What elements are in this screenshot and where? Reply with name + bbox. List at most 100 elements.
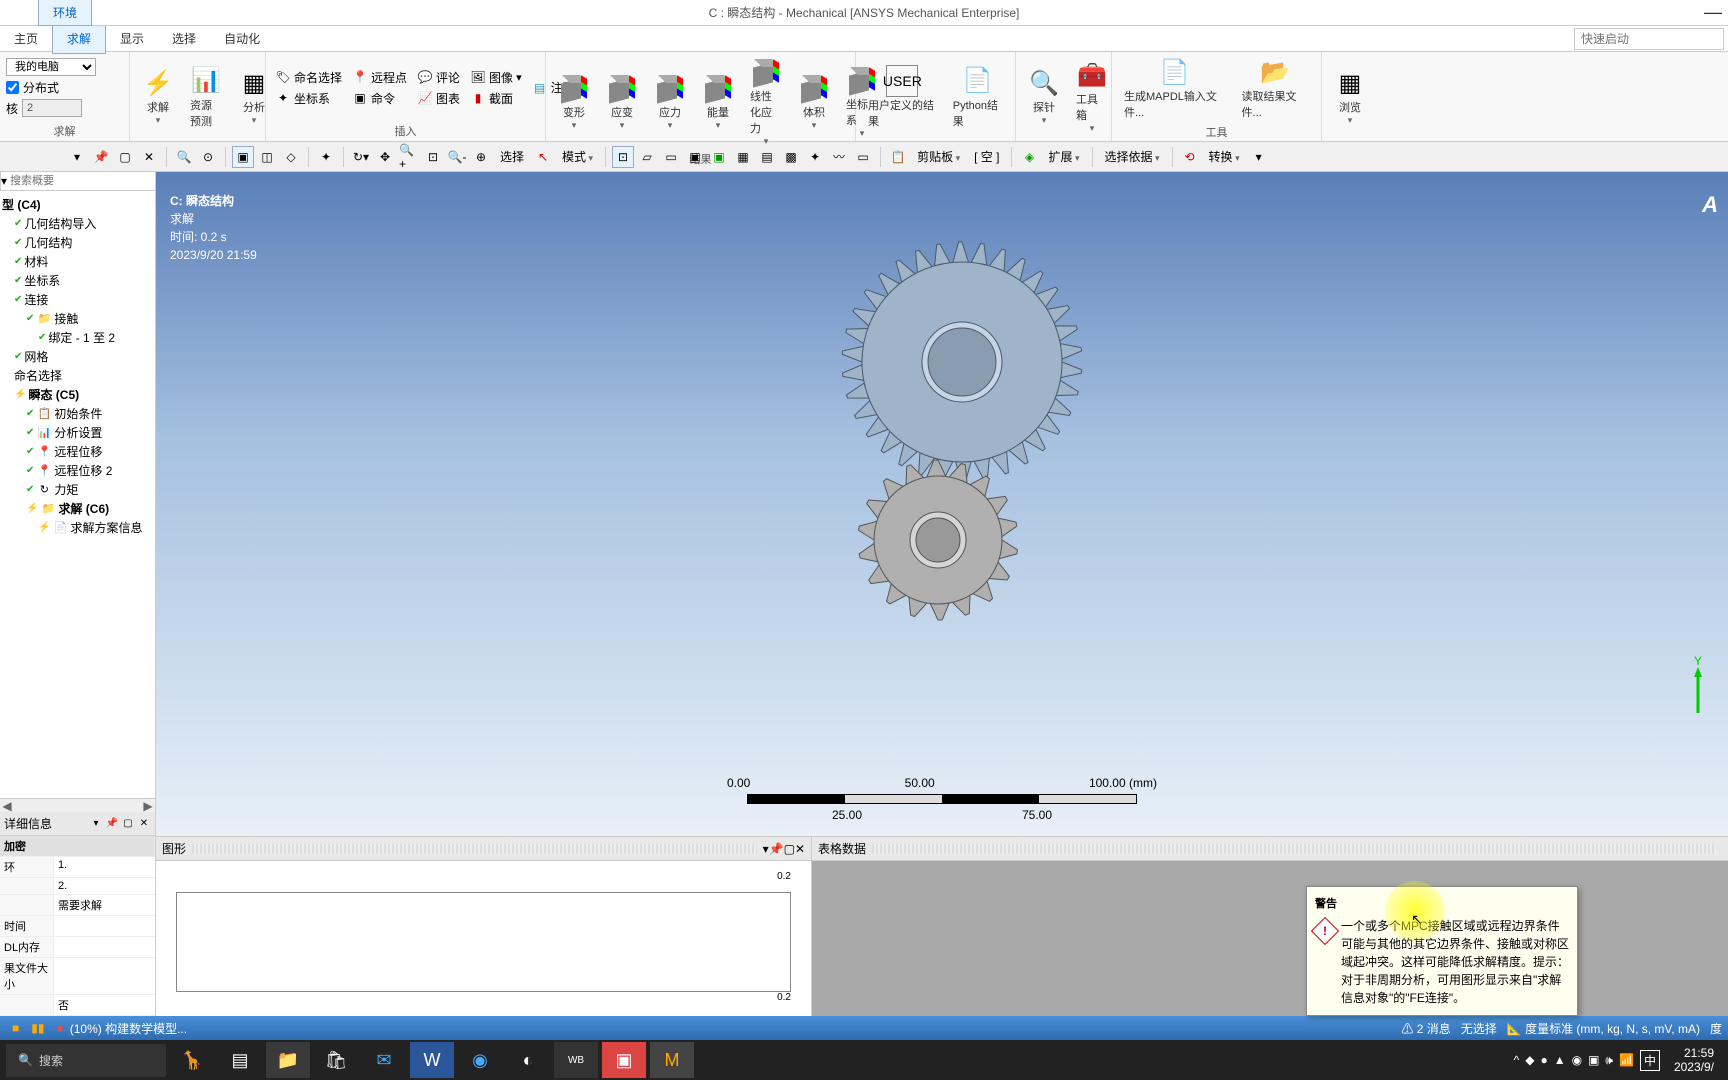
orientation-triad[interactable]: Y [1678, 653, 1718, 726]
stop-button[interactable]: ■ [6, 1021, 25, 1035]
explode-icon[interactable]: ✦ [315, 146, 337, 168]
zoom-fit-icon[interactable]: ⊙ [197, 146, 219, 168]
details-grid[interactable]: 加密 环1.2.需要求解时间DL内存果文件大小否 [0, 836, 155, 1016]
tray-icon-2[interactable]: ● [1540, 1053, 1547, 1067]
edge-icon[interactable]: ▱ [636, 146, 658, 168]
details-row[interactable]: DL内存 [0, 937, 155, 958]
panel-max-icon[interactable]: ▢ [114, 146, 136, 168]
panel-pin-icon[interactable]: 📌 [90, 146, 112, 168]
browse-button[interactable]: ▦浏览▾ [1328, 65, 1372, 128]
tree-node[interactable]: ↻力矩 [2, 480, 153, 499]
mesh-icon[interactable]: ▩ [780, 146, 802, 168]
face-select-icon[interactable]: ◫ [256, 146, 278, 168]
path-icon[interactable]: 〰 [828, 146, 850, 168]
clipboard-icon[interactable]: 📋 [887, 146, 909, 168]
taskbar-wb[interactable]: WB [554, 1042, 598, 1078]
select-by-dropdown[interactable]: 选择依据 [1099, 148, 1166, 165]
minimize-button[interactable]: — [1704, 2, 1722, 23]
taskbar-word[interactable]: W [410, 1042, 454, 1078]
tree-node[interactable]: 坐标系 [2, 271, 153, 290]
solve-button[interactable]: ⚡求解▾ [136, 65, 180, 128]
tray-ime[interactable]: 中 [1640, 1050, 1660, 1071]
outline-search-input[interactable] [7, 172, 155, 190]
cs-icon[interactable]: ✦ [804, 146, 826, 168]
command-button[interactable]: ▣命令 [349, 89, 410, 108]
surf-icon[interactable]: ▭ [852, 146, 874, 168]
extend-dropdown[interactable]: 扩展 [1042, 148, 1085, 165]
chart-button[interactable]: 📈图表 [414, 89, 463, 108]
zoom-in-icon[interactable]: 🔍+ [398, 146, 420, 168]
element-icon[interactable]: ▦ [732, 146, 754, 168]
details-close-icon[interactable]: ✕ [137, 817, 151, 831]
tray-icon-4[interactable]: ◉ [1572, 1053, 1582, 1067]
tree-node[interactable]: 型 (C4) [2, 195, 153, 214]
taskbar-edge[interactable]: ◉ [458, 1042, 502, 1078]
filter-dropdown[interactable]: ▾ [0, 172, 7, 190]
tree-node[interactable]: 📁求解 (C6) [2, 499, 153, 518]
tray-wifi-icon[interactable]: 📶 [1619, 1053, 1634, 1067]
elem-face-icon[interactable]: ▤ [756, 146, 778, 168]
details-row[interactable]: 需要求解 [0, 895, 155, 916]
result-5-button[interactable]: 体积▾ [792, 70, 836, 133]
menu-select[interactable]: 选择 [158, 24, 210, 53]
panel-dropdown-icon[interactable]: ▾ [66, 146, 88, 168]
menu-solve[interactable]: 求解 [52, 23, 106, 54]
result-3-button[interactable]: 能量▾ [696, 70, 740, 133]
panel-close-icon[interactable]: ✕ [138, 146, 160, 168]
result-4-button[interactable]: 线性化应力▾ [744, 54, 788, 149]
taskbar-app2[interactable]: ▣ [602, 1042, 646, 1078]
tree-node[interactable]: 📁接触 [2, 309, 153, 328]
coord-sys-button[interactable]: ✦坐标系 [272, 89, 345, 108]
python-result-button[interactable]: 📄Python结果 [947, 63, 1009, 131]
tree-node[interactable]: 材料 [2, 252, 153, 271]
details-pin-icon[interactable]: 📌 [105, 817, 119, 831]
tree-node[interactable]: 连接 [2, 290, 153, 309]
tray-up-icon[interactable]: ^ [1514, 1053, 1520, 1067]
details-row[interactable]: 环1. [0, 857, 155, 878]
node-icon[interactable]: ▣ [708, 146, 730, 168]
zoom-box-icon[interactable]: ⊡ [422, 146, 444, 168]
mode-dropdown[interactable]: 模式 [556, 148, 599, 165]
graphics-viewport[interactable]: C: 瞬态结构 求解 时间: 0.2 s 2023/9/20 21:59 A [156, 172, 1728, 836]
context-tab[interactable]: 环境 [38, 0, 92, 26]
read-results-button[interactable]: 📂读取结果文件... [1236, 54, 1315, 122]
tray-icon-5[interactable]: ▣ [1588, 1053, 1599, 1067]
rotate-icon[interactable]: ↻▾ [350, 146, 372, 168]
menu-display[interactable]: 显示 [106, 24, 158, 53]
pause-button[interactable]: ▮▮ [25, 1021, 50, 1035]
section-button[interactable]: ▮截面 [467, 89, 525, 108]
clipboard-dropdown[interactable]: 剪贴板 [911, 148, 966, 165]
graph-area[interactable]: 0.2 0.2 [156, 861, 811, 1016]
details-row[interactable]: 否 [0, 995, 155, 1016]
tree-node[interactable]: 📍远程位移 2 [2, 461, 153, 480]
fit-icon[interactable]: ⊕ [470, 146, 492, 168]
details-row[interactable]: 2. [0, 878, 155, 895]
taskbar-app1[interactable]: ◐ [506, 1042, 550, 1078]
taskbar-taskview[interactable]: ▤ [218, 1042, 262, 1078]
tree-node[interactable]: 几何结构导入 [2, 214, 153, 233]
select-label[interactable]: 选择 [494, 148, 530, 165]
graph-close-icon[interactable]: ✕ [795, 842, 805, 856]
comment-button[interactable]: 💬评论 [414, 68, 463, 87]
warning-popup[interactable]: ↖ 警告 ! 一个或多个MPC接触区域或远程边界条件可能与其他的其它边界条件、接… [1306, 886, 1578, 1016]
details-dropdown-icon[interactable]: ▾ [89, 817, 103, 831]
toolbox-button[interactable]: 🧰工具箱▾ [1070, 57, 1114, 136]
body-select-icon[interactable]: ▣ [232, 146, 254, 168]
model-geometry[interactable] [732, 222, 1152, 645]
scroll-right-icon[interactable]: ▶ [141, 799, 155, 813]
result-0-button[interactable]: 变形▾ [552, 70, 596, 133]
pan-icon[interactable]: ✥ [374, 146, 396, 168]
more-icon[interactable]: ▾ [1248, 146, 1270, 168]
tray-icon-3[interactable]: ▲ [1554, 1053, 1566, 1067]
units-status[interactable]: 📐 度量标准 (mm, kg, N, s, mV, mA) [1507, 1020, 1700, 1037]
image-button[interactable]: 🖼图像▾ [467, 68, 525, 87]
vertex-icon[interactable]: ⊡ [612, 146, 634, 168]
menu-home[interactable]: 主页 [0, 24, 52, 53]
details-row[interactable]: 时间 [0, 916, 155, 937]
details-max-icon[interactable]: ▢ [121, 817, 135, 831]
taskbar-search[interactable]: 🔍搜索 [6, 1044, 166, 1077]
graph-pin-icon[interactable]: 📌 [769, 842, 784, 856]
abort-button[interactable]: ● [50, 1021, 69, 1035]
tree-node[interactable]: 绑定 - 1 至 2 [2, 328, 153, 347]
outline-tree[interactable]: 型 (C4)几何结构导入几何结构材料坐标系连接📁接触绑定 - 1 至 2网格命名… [0, 191, 155, 798]
